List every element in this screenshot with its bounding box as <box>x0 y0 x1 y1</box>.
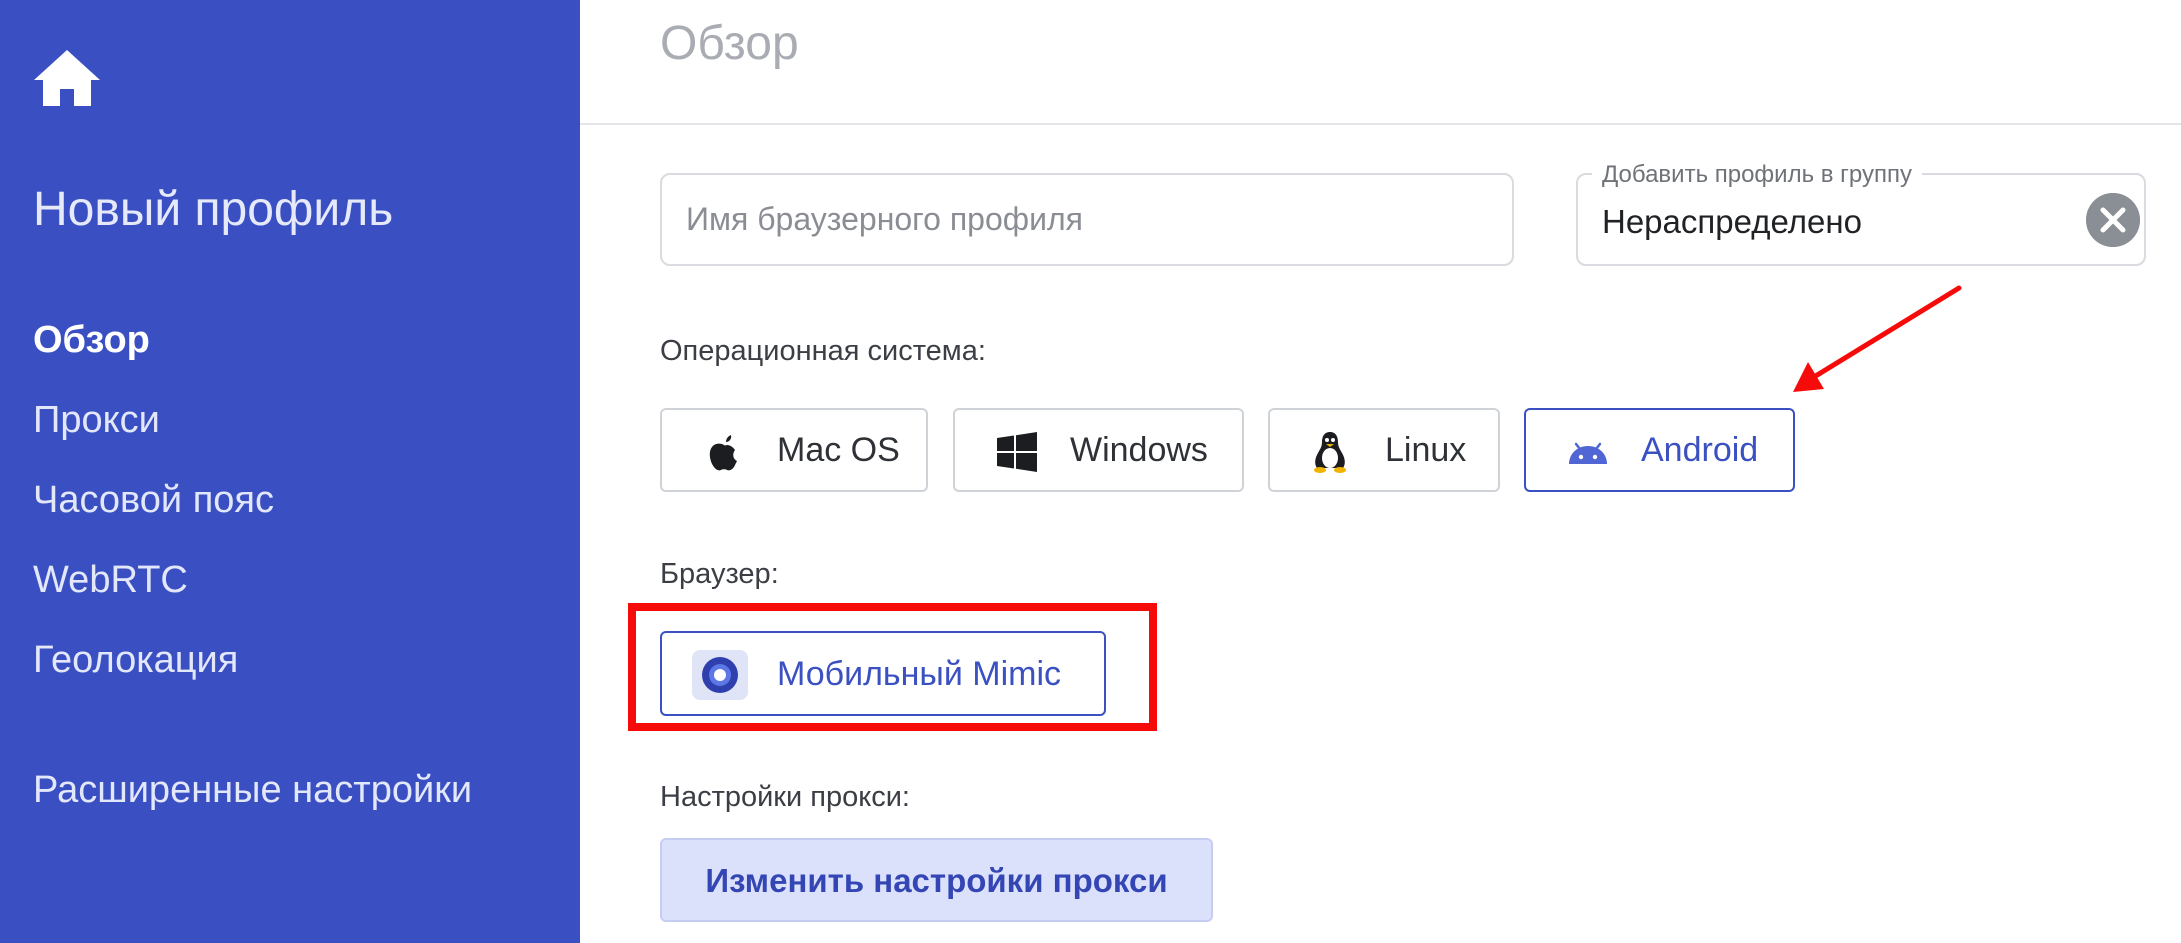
sidebar-item-timezone[interactable]: Часовой пояс <box>33 479 274 522</box>
proxy-settings-label: Настройки прокси: <box>660 781 910 813</box>
sidebar-item-proxy[interactable]: Прокси <box>33 399 160 442</box>
page-title: Обзор <box>660 17 799 70</box>
group-select[interactable]: Добавить профиль в группу Нераспределено <box>1576 161 2146 266</box>
os-option-macos[interactable]: Mac OS <box>660 408 928 492</box>
os-option-label: Mac OS <box>777 431 900 469</box>
sidebar-item-advanced-settings[interactable]: Расширенные настройки <box>33 769 472 812</box>
os-option-label: Windows <box>1070 431 1208 469</box>
change-proxy-button[interactable]: Изменить настройки прокси <box>660 838 1213 922</box>
windows-icon <box>997 432 1037 472</box>
clear-icon[interactable] <box>2086 193 2140 247</box>
red-arrow-annotation <box>1793 285 1962 392</box>
sidebar-item-webrtc[interactable]: WebRTC <box>33 559 188 602</box>
os-option-label: Android <box>1641 431 1759 469</box>
linux-icon <box>1314 432 1346 473</box>
change-proxy-button-label: Изменить настройки прокси <box>705 862 1168 899</box>
os-option-linux[interactable]: Linux <box>1268 408 1500 492</box>
sidebar-item-geolocation[interactable]: Геолокация <box>33 639 238 682</box>
header-divider <box>580 123 2181 125</box>
apple-icon <box>709 435 737 471</box>
main-panel: Обзор Добавить профиль в группу Нераспре… <box>580 0 2181 943</box>
red-highlight-frame <box>628 603 1157 731</box>
profile-title: Новый профиль <box>33 183 394 236</box>
group-select-value: Нераспределено <box>1602 203 1862 240</box>
os-option-windows[interactable]: Windows <box>953 408 1244 492</box>
android-icon <box>1569 442 1607 464</box>
group-select-label: Добавить профиль в группу <box>1592 161 1922 189</box>
os-option-label: Linux <box>1385 431 1467 469</box>
home-icon[interactable] <box>33 48 101 108</box>
profile-name-input[interactable] <box>660 173 1514 266</box>
sidebar-item-overview[interactable]: Обзор <box>33 319 150 362</box>
os-option-android[interactable]: Android <box>1524 408 1795 492</box>
browser-label: Браузер: <box>660 558 779 590</box>
sidebar: Новый профиль Обзор Прокси Часовой пояс … <box>0 0 580 943</box>
os-label: Операционная система: <box>660 335 986 367</box>
